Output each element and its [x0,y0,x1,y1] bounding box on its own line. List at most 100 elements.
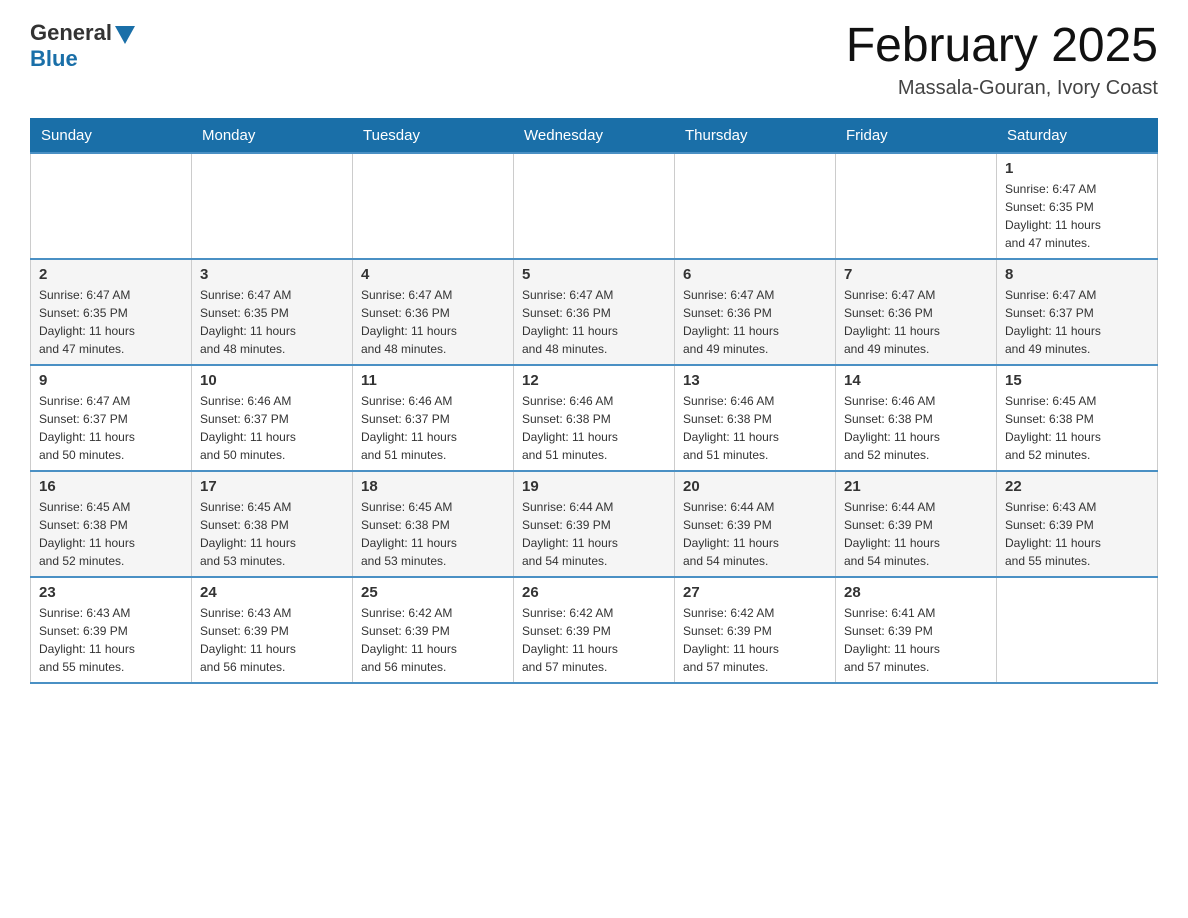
calendar-cell: 27 Sunrise: 6:42 AMSunset: 6:39 PMDayligh… [675,577,836,683]
calendar-cell: 10 Sunrise: 6:46 AMSunset: 6:37 PMDayligh… [192,365,353,471]
calendar-cell [31,153,192,259]
calendar-header: SundayMondayTuesdayWednesdayThursdayFrid… [31,118,1158,153]
day-number: 24 [200,584,344,601]
day-number: 17 [200,478,344,495]
day-info: Sunrise: 6:47 AMSunset: 6:35 PMDaylight:… [200,286,344,358]
day-info: Sunrise: 6:45 AMSunset: 6:38 PMDaylight:… [39,498,183,570]
day-info: Sunrise: 6:46 AMSunset: 6:38 PMDaylight:… [683,392,827,464]
day-number: 12 [522,372,666,389]
day-number: 14 [844,372,988,389]
calendar-table: SundayMondayTuesdayWednesdayThursdayFrid… [30,118,1158,684]
day-number: 2 [39,266,183,283]
calendar-cell: 9 Sunrise: 6:47 AMSunset: 6:37 PMDaylight… [31,365,192,471]
header-day-tuesday: Tuesday [353,118,514,153]
day-number: 20 [683,478,827,495]
calendar-body: 1 Sunrise: 6:47 AMSunset: 6:35 PMDaylight… [31,153,1158,683]
day-info: Sunrise: 6:44 AMSunset: 6:39 PMDaylight:… [683,498,827,570]
day-info: Sunrise: 6:46 AMSunset: 6:38 PMDaylight:… [522,392,666,464]
calendar-cell: 25 Sunrise: 6:42 AMSunset: 6:39 PMDayligh… [353,577,514,683]
day-info: Sunrise: 6:45 AMSunset: 6:38 PMDaylight:… [361,498,505,570]
location-title: Massala-Gouran, Ivory Coast [846,77,1158,100]
calendar-cell: 7 Sunrise: 6:47 AMSunset: 6:36 PMDaylight… [836,259,997,365]
logo-general-text: General [30,20,112,46]
day-number: 4 [361,266,505,283]
day-number: 16 [39,478,183,495]
day-number: 5 [522,266,666,283]
day-number: 19 [522,478,666,495]
calendar-cell: 28 Sunrise: 6:41 AMSunset: 6:39 PMDayligh… [836,577,997,683]
day-number: 9 [39,372,183,389]
week-row-5: 23 Sunrise: 6:43 AMSunset: 6:39 PMDayligh… [31,577,1158,683]
title-block: February 2025 Massala-Gouran, Ivory Coas… [846,20,1158,100]
calendar-cell: 21 Sunrise: 6:44 AMSunset: 6:39 PMDayligh… [836,471,997,577]
day-info: Sunrise: 6:42 AMSunset: 6:39 PMDaylight:… [522,604,666,676]
page-header: General Blue February 2025 Massala-Goura… [30,20,1158,100]
header-day-saturday: Saturday [997,118,1158,153]
calendar-cell [353,153,514,259]
logo-triangle-icon [115,26,135,44]
day-info: Sunrise: 6:42 AMSunset: 6:39 PMDaylight:… [361,604,505,676]
day-number: 26 [522,584,666,601]
day-info: Sunrise: 6:44 AMSunset: 6:39 PMDaylight:… [844,498,988,570]
calendar-cell: 22 Sunrise: 6:43 AMSunset: 6:39 PMDayligh… [997,471,1158,577]
day-info: Sunrise: 6:46 AMSunset: 6:37 PMDaylight:… [361,392,505,464]
day-info: Sunrise: 6:43 AMSunset: 6:39 PMDaylight:… [39,604,183,676]
week-row-4: 16 Sunrise: 6:45 AMSunset: 6:38 PMDayligh… [31,471,1158,577]
day-info: Sunrise: 6:46 AMSunset: 6:38 PMDaylight:… [844,392,988,464]
day-number: 18 [361,478,505,495]
day-info: Sunrise: 6:47 AMSunset: 6:35 PMDaylight:… [39,286,183,358]
day-info: Sunrise: 6:44 AMSunset: 6:39 PMDaylight:… [522,498,666,570]
calendar-cell: 8Sunrise: 6:47 AMSunset: 6:37 PMDaylight… [997,259,1158,365]
header-row: SundayMondayTuesdayWednesdayThursdayFrid… [31,118,1158,153]
day-number: 22 [1005,478,1149,495]
day-number: 27 [683,584,827,601]
calendar-cell: 12 Sunrise: 6:46 AMSunset: 6:38 PMDayligh… [514,365,675,471]
day-number: 25 [361,584,505,601]
calendar-cell: 20 Sunrise: 6:44 AMSunset: 6:39 PMDayligh… [675,471,836,577]
day-info: Sunrise: 6:46 AMSunset: 6:37 PMDaylight:… [200,392,344,464]
calendar-cell [192,153,353,259]
calendar-cell: 16 Sunrise: 6:45 AMSunset: 6:38 PMDayligh… [31,471,192,577]
day-info: Sunrise: 6:43 AMSunset: 6:39 PMDaylight:… [1005,498,1149,570]
month-title: February 2025 [846,20,1158,73]
day-number: 1 [1005,160,1149,177]
header-day-monday: Monday [192,118,353,153]
calendar-cell: 19 Sunrise: 6:44 AMSunset: 6:39 PMDayligh… [514,471,675,577]
day-number: 3 [200,266,344,283]
calendar-cell: 18 Sunrise: 6:45 AMSunset: 6:38 PMDayligh… [353,471,514,577]
day-number: 6 [683,266,827,283]
calendar-cell: 13 Sunrise: 6:46 AMSunset: 6:38 PMDayligh… [675,365,836,471]
day-info: Sunrise: 6:45 AMSunset: 6:38 PMDaylight:… [1005,392,1149,464]
logo-blue-text: Blue [30,46,78,72]
header-day-sunday: Sunday [31,118,192,153]
day-number: 28 [844,584,988,601]
calendar-cell: 26 Sunrise: 6:42 AMSunset: 6:39 PMDayligh… [514,577,675,683]
day-number: 10 [200,372,344,389]
calendar-cell: 15Sunrise: 6:45 AMSunset: 6:38 PMDayligh… [997,365,1158,471]
header-day-friday: Friday [836,118,997,153]
day-number: 8 [1005,266,1149,283]
week-row-2: 2 Sunrise: 6:47 AMSunset: 6:35 PMDaylight… [31,259,1158,365]
day-info: Sunrise: 6:47 AMSunset: 6:36 PMDaylight:… [522,286,666,358]
day-number: 11 [361,372,505,389]
day-number: 7 [844,266,988,283]
calendar-cell [514,153,675,259]
calendar-cell: 24 Sunrise: 6:43 AMSunset: 6:39 PMDayligh… [192,577,353,683]
header-day-thursday: Thursday [675,118,836,153]
calendar-cell: 2 Sunrise: 6:47 AMSunset: 6:35 PMDaylight… [31,259,192,365]
calendar-cell: 14 Sunrise: 6:46 AMSunset: 6:38 PMDayligh… [836,365,997,471]
day-info: Sunrise: 6:43 AMSunset: 6:39 PMDaylight:… [200,604,344,676]
day-info: Sunrise: 6:41 AMSunset: 6:39 PMDaylight:… [844,604,988,676]
calendar-cell: 11 Sunrise: 6:46 AMSunset: 6:37 PMDayligh… [353,365,514,471]
calendar-cell: 3 Sunrise: 6:47 AMSunset: 6:35 PMDaylight… [192,259,353,365]
calendar-cell: 4Sunrise: 6:47 AMSunset: 6:36 PMDaylight… [353,259,514,365]
calendar-cell: 23 Sunrise: 6:43 AMSunset: 6:39 PMDayligh… [31,577,192,683]
calendar-cell: 17Sunrise: 6:45 AMSunset: 6:38 PMDayligh… [192,471,353,577]
day-number: 21 [844,478,988,495]
day-number: 23 [39,584,183,601]
day-info: Sunrise: 6:42 AMSunset: 6:39 PMDaylight:… [683,604,827,676]
day-info: Sunrise: 6:47 AMSunset: 6:36 PMDaylight:… [844,286,988,358]
day-info: Sunrise: 6:47 AMSunset: 6:35 PMDaylight:… [1005,180,1149,252]
day-info: Sunrise: 6:47 AMSunset: 6:37 PMDaylight:… [39,392,183,464]
day-number: 13 [683,372,827,389]
